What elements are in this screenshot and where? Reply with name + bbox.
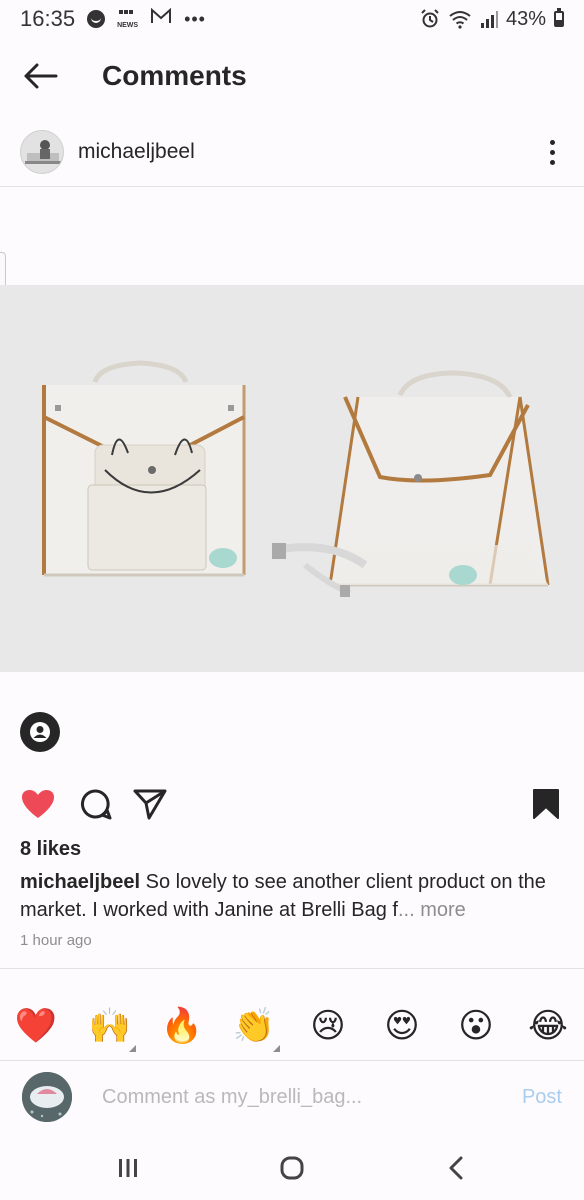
wifi-icon [449,11,471,29]
comment-input[interactable] [102,1085,482,1109]
divider [0,1060,584,1061]
variant-indicator [129,1045,136,1052]
bookmark-filled-icon [533,789,559,819]
notification-icons: NEWS ••• [87,7,206,31]
post-comment-button[interactable]: Post [522,1086,562,1109]
emoji-clapping[interactable]: 👏 [232,1004,280,1052]
emoji-crying[interactable]: 😢 [306,1004,350,1048]
emoji-surprised[interactable]: 😮 [454,1004,498,1048]
messenger-icon [87,10,106,28]
status-bar: 16:35 NEWS ••• 43% [0,0,584,38]
alarm-icon [421,9,439,28]
emoji-fire[interactable]: 🔥 [160,1004,204,1048]
back-nav-button[interactable] [436,1150,476,1186]
emoji-tears-of-joy[interactable]: 😂 [526,1004,570,1048]
post-timestamp: 1 hour ago [20,932,92,949]
comment-button[interactable] [76,784,116,824]
emoji-heart[interactable]: ❤️ [14,1004,58,1048]
battery-fill [556,19,562,25]
divider [0,186,584,187]
header: Comments [0,46,584,106]
paper-plane-icon [133,789,167,820]
post-image[interactable] [0,285,584,672]
caption-more-link[interactable]: more [420,899,466,921]
post-actions [0,784,584,824]
share-button[interactable] [130,784,170,824]
variant-indicator [273,1045,280,1052]
signal-icon [480,11,498,28]
recent-apps-button[interactable] [108,1150,148,1186]
caption-username[interactable]: michaeljbeel [20,871,140,893]
status-time: 16:35 [20,6,76,31]
author-avatar[interactable] [20,130,64,174]
gmail-icon [150,7,172,31]
option-dot [549,159,555,165]
save-button[interactable] [528,784,564,824]
battery-icon [554,8,564,27]
emoji-raised-hands[interactable]: 🙌 [88,1004,136,1052]
divider [0,968,584,969]
option-dot [549,139,555,145]
system-navigation-bar [0,1134,584,1200]
back-arrow-icon [24,63,58,89]
status-right: 43% [420,8,564,31]
post-caption: michaeljbeel So lovely to see another cl… [20,868,565,924]
back-chevron-icon [449,1156,463,1180]
caption-ellipsis: ... [397,899,415,921]
comment-bubble-icon [80,789,112,820]
post-author-row: michaeljbeel [0,122,584,182]
my-avatar[interactable] [22,1072,72,1122]
clear-bags-illustration [0,285,584,672]
battery-percent: 43% [505,7,546,30]
user-icon [30,722,50,742]
like-button[interactable] [18,784,58,824]
emoji-heart-eyes[interactable]: 😍 [380,1004,424,1048]
emoji-raised-hands-glyph: 🙌 [88,1006,132,1046]
more-notifications-icon: ••• [184,8,206,29]
option-dot [549,149,555,155]
back-button[interactable] [0,46,80,106]
emoji-clapping-glyph: 👏 [232,1006,276,1046]
page-title: Comments [102,60,247,91]
home-button[interactable] [272,1150,312,1186]
home-icon [280,1156,304,1180]
emoji-reaction-bar: ❤️ 🙌 🔥 👏 😢 😍 😮 😂 [0,1000,584,1056]
author-username[interactable]: michaeljbeel [78,140,195,164]
news-icon: NEWS [117,9,138,29]
comment-composer: Post [0,1064,584,1130]
likes-count[interactable]: 8 likes [20,838,81,861]
tagged-users-button[interactable] [20,712,60,752]
more-options-button[interactable] [540,132,564,172]
recent-apps-icon [119,1159,137,1177]
heart-filled-icon [22,790,54,818]
